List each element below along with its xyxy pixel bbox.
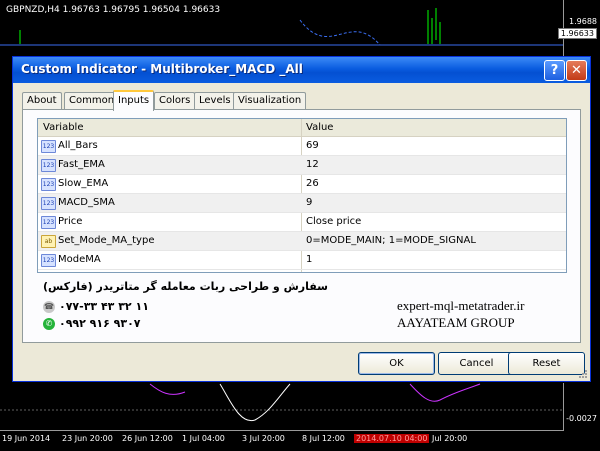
time-label: 3 Jul 20:00 xyxy=(242,434,285,443)
integer-type-icon: 123 xyxy=(41,197,56,210)
table-row[interactable]: 123 Slow_EMA 26 xyxy=(38,175,566,194)
value-cell[interactable]: 69 xyxy=(306,137,319,155)
variable-cell: ModeMA xyxy=(58,254,101,265)
integer-type-icon: 123 xyxy=(41,159,56,172)
tab-levels[interactable]: Levels xyxy=(194,92,236,109)
envelope-line xyxy=(299,19,381,46)
variable-cell: Set_Mode_MA_type xyxy=(58,235,155,246)
promo-persian-text: سفارش و طراحی ربات معامله گر متاتریدر (ف… xyxy=(43,280,328,293)
custom-indicator-dialog: Custom Indicator - Multibroker_MACD _All… xyxy=(12,56,591,382)
phone-icon: ☎ xyxy=(43,301,55,313)
value-cell[interactable]: 12 xyxy=(306,156,319,174)
value-cell[interactable]: Close price xyxy=(306,213,361,231)
time-label: 8 Jul 12:00 xyxy=(302,434,345,443)
table-row[interactable]: 123 Fast_EMA 12 xyxy=(38,156,566,175)
variable-cell: Fast_EMA xyxy=(58,159,105,170)
column-header-value[interactable]: Value xyxy=(301,119,566,136)
inputs-table: Variable Value 123 All_Bars 69 123 Fast_… xyxy=(37,118,567,273)
value-cell[interactable]: 1 xyxy=(306,251,312,269)
inputs-panel: Variable Value 123 All_Bars 69 123 Fast_… xyxy=(22,109,581,343)
time-label: Jul 20:00 xyxy=(432,434,468,443)
chart-title: GBPNZD,H4 1.96763 1.96795 1.96504 1.9663… xyxy=(6,5,221,15)
column-header-variable[interactable]: Variable xyxy=(38,119,301,136)
table-row[interactable]: 123 Price Close price xyxy=(38,213,566,232)
dialog-title: Custom Indicator - Multibroker_MACD _All xyxy=(21,62,303,76)
variable-cell: All_Bars xyxy=(58,140,98,151)
string-type-icon: ab xyxy=(41,235,56,248)
integer-type-icon: 123 xyxy=(41,216,56,229)
value-cell[interactable]: 26 xyxy=(306,175,319,193)
table-header: Variable Value xyxy=(38,119,566,137)
indicator-scale-label: -0.0027 xyxy=(566,414,597,423)
promo-whatsapp-row: ✆ ۰۹۹۲ ۹۱۶ ۹۳۰۷ xyxy=(43,317,141,330)
dialog-titlebar[interactable]: Custom Indicator - Multibroker_MACD _All… xyxy=(13,57,590,83)
integer-type-icon: 123 xyxy=(41,178,56,191)
promo-phone-row: ☎ ۰۷۷-۳۳ ۴۳ ۳۲ ۱۱ xyxy=(43,300,149,313)
tab-colors[interactable]: Colors xyxy=(154,92,196,109)
table-row[interactable]: 123 ModeMA 1 xyxy=(38,251,566,270)
crosshair-time-label: 2014.07.10 04:00 xyxy=(354,434,430,443)
value-cell[interactable]: 9 xyxy=(306,194,312,212)
close-button[interactable]: ✕ xyxy=(566,60,587,81)
macd-main-line xyxy=(219,383,291,422)
tab-common[interactable]: Common xyxy=(64,92,120,109)
tab-visualization[interactable]: Visualization xyxy=(233,92,307,109)
cancel-button[interactable]: Cancel xyxy=(438,352,515,375)
reset-button[interactable]: Reset xyxy=(508,352,585,375)
promo-phone-number: ۰۷۷-۳۳ ۴۳ ۳۲ ۱۱ xyxy=(59,300,149,313)
time-label: 19 Jun 2014 xyxy=(2,434,51,443)
time-label: 26 Jun 12:00 xyxy=(122,434,173,443)
time-label: 1 Jul 04:00 xyxy=(182,434,225,443)
time-label: 23 Jun 20:00 xyxy=(62,434,113,443)
integer-type-icon: 123 xyxy=(41,254,56,267)
price-label: 1.9688 xyxy=(569,17,597,26)
table-row[interactable]: 123 MACD_SMA 9 xyxy=(38,194,566,213)
table-row[interactable]: ab Set_Mode_MA_type 0=MODE_MAIN; 1=MODE_… xyxy=(38,232,566,251)
tab-about[interactable]: About xyxy=(22,92,62,109)
promo-whatsapp-number: ۰۹۹۲ ۹۱۶ ۹۳۰۷ xyxy=(59,317,141,330)
time-axis: 19 Jun 2014 23 Jun 20:00 26 Jun 12:00 1 … xyxy=(0,430,564,451)
ok-button[interactable]: OK xyxy=(358,352,435,375)
variable-cell: MACD_SMA xyxy=(58,197,115,208)
resize-grip-icon[interactable] xyxy=(578,369,588,379)
value-cell[interactable]: 0=MODE_MAIN; 1=MODE_SIGNAL xyxy=(306,232,476,250)
promo-website: expert-mql-metatrader.ir xyxy=(397,298,525,313)
integer-type-icon: 123 xyxy=(41,140,56,153)
table-row[interactable]: 123 All_Bars 69 xyxy=(38,137,566,156)
whatsapp-icon: ✆ xyxy=(43,318,55,330)
tab-inputs[interactable]: Inputs xyxy=(113,90,155,111)
variable-cell: Price xyxy=(58,216,83,227)
variable-cell: Slow_EMA xyxy=(58,178,109,189)
promo-banner: سفارش و طراحی ربات معامله گر متاتریدر (ف… xyxy=(37,278,565,338)
current-price-label: 1.96633 xyxy=(557,28,597,39)
macd-signal-line xyxy=(409,383,481,402)
help-button[interactable]: ? xyxy=(544,60,565,81)
promo-team-name: AAYATEAM GROUP xyxy=(397,315,515,330)
